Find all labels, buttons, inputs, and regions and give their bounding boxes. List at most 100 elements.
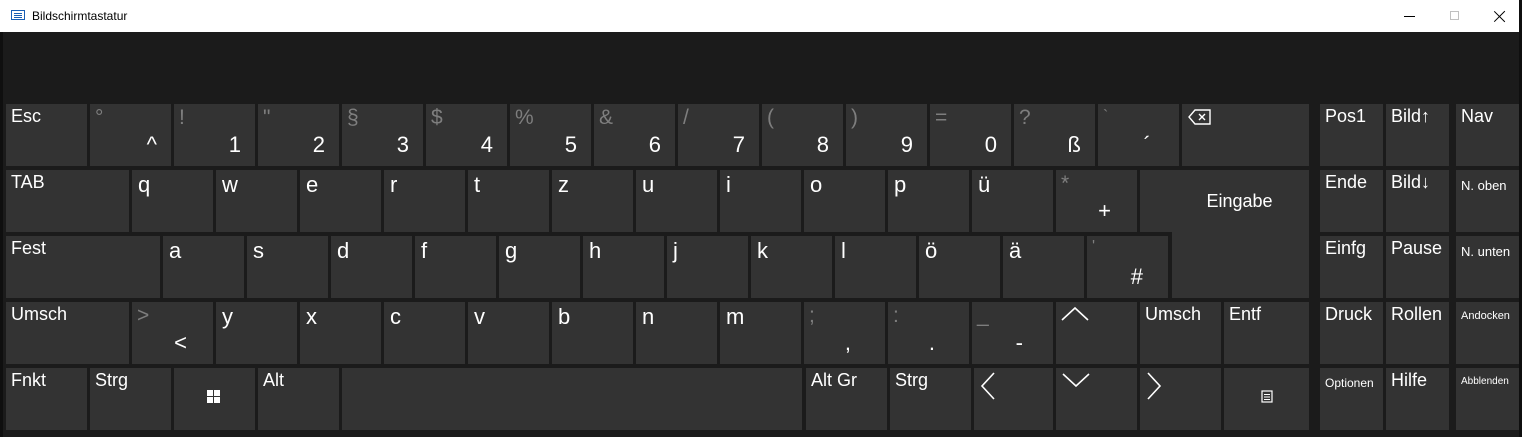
shift-label: / [683, 106, 689, 129]
key-r[interactable]: r [384, 170, 465, 232]
shift-label: ` [1103, 108, 1109, 125]
key-insert[interactable]: Einfg [1320, 236, 1383, 298]
key-y[interactable]: y [216, 302, 297, 364]
key-backspace[interactable] [1182, 104, 1309, 166]
key-pos-end[interactable]: Ende [1320, 170, 1383, 232]
key-context-menu[interactable] [1224, 368, 1309, 430]
key-6[interactable]: & 6 [594, 104, 675, 166]
key-label: o [810, 172, 823, 197]
key-nav[interactable]: Nav [1456, 104, 1519, 166]
title-bar[interactable]: Bildschirmtastatur [0, 0, 1522, 32]
shift-label: ' [1092, 238, 1096, 255]
key-4[interactable]: $4 [426, 104, 507, 166]
key-h[interactable]: h [583, 236, 664, 298]
close-button[interactable] [1477, 0, 1522, 32]
key-page-up[interactable]: Bild↑ [1386, 104, 1449, 166]
key-right-shift[interactable]: Umsch [1140, 302, 1221, 364]
key-arrow-right[interactable] [1140, 368, 1221, 430]
key-move-down[interactable]: N. unten [1456, 236, 1519, 298]
key-circumflex[interactable]: ° ^ [90, 104, 171, 166]
key-move-up[interactable]: N. oben [1456, 170, 1519, 232]
key-d[interactable]: d [331, 236, 412, 298]
key-help[interactable]: Hilfe [1386, 368, 1449, 430]
key-arrow-down[interactable] [1056, 368, 1137, 430]
key-b[interactable]: b [552, 302, 633, 364]
key-windows[interactable] [174, 368, 255, 430]
key-l[interactable]: l [835, 236, 916, 298]
shift-label: ? [1019, 106, 1031, 129]
key-scroll-lock[interactable]: Rollen [1386, 302, 1449, 364]
backspace-icon [1188, 109, 1211, 125]
key-a[interactable]: a [163, 236, 244, 298]
key-w[interactable]: w [216, 170, 297, 232]
key-left-ctrl[interactable]: Strg [90, 368, 171, 430]
key-eszett[interactable]: ? ß [1014, 104, 1095, 166]
key-ae[interactable]: ä [1003, 236, 1084, 298]
key-arrow-left[interactable] [974, 368, 1053, 430]
key-acute[interactable]: ` ´ [1098, 104, 1179, 166]
key-9[interactable]: ) 9 [846, 104, 927, 166]
key-alt[interactable]: Alt [258, 368, 339, 430]
key-less-than[interactable]: > < [132, 302, 213, 364]
key-e[interactable]: e [300, 170, 381, 232]
key-page-down[interactable]: Bild↓ [1386, 170, 1449, 232]
key-esc[interactable]: Esc [6, 104, 87, 166]
key-caps-lock[interactable]: Fest [6, 236, 160, 298]
key-u[interactable]: u [636, 170, 717, 232]
key-c[interactable]: c [384, 302, 465, 364]
key-right-ctrl[interactable]: Strg [890, 368, 971, 430]
key-5[interactable]: % 5 [510, 104, 591, 166]
key-v[interactable]: v [468, 302, 549, 364]
arrow-down-icon [1062, 373, 1090, 388]
key-comma[interactable]: ;, [804, 302, 885, 364]
key-delete[interactable]: Entf [1224, 302, 1309, 364]
key-k[interactable]: k [751, 236, 832, 298]
key-2[interactable]: " 2 [258, 104, 339, 166]
key-minus[interactable]: _ - [972, 302, 1053, 364]
key-tab[interactable]: TAB [6, 170, 129, 232]
key-z[interactable]: z [552, 170, 633, 232]
key-fade[interactable]: Abblenden [1456, 368, 1519, 430]
key-t[interactable]: t [468, 170, 549, 232]
key-pos1[interactable]: Pos1 [1320, 104, 1383, 166]
key-q[interactable]: q [132, 170, 213, 232]
key-p[interactable]: p [888, 170, 969, 232]
key-enter[interactable]: Eingabe [1140, 170, 1309, 232]
key-1[interactable]: ! 1 [174, 104, 255, 166]
key-3[interactable]: § 3 [342, 104, 423, 166]
key-f[interactable]: f [415, 236, 496, 298]
key-print[interactable]: Druck [1320, 302, 1383, 364]
key-o[interactable]: o [804, 170, 885, 232]
minimize-button[interactable] [1387, 0, 1433, 32]
key-pause[interactable]: Pause [1386, 236, 1449, 298]
key-space[interactable] [342, 368, 802, 430]
key-enter-lower[interactable] [1172, 228, 1309, 298]
key-label: ^ [146, 132, 157, 157]
key-options[interactable]: Optionen [1320, 368, 1383, 430]
key-label: < [174, 330, 187, 355]
key-period[interactable]: :. [888, 302, 969, 364]
key-j[interactable]: j [667, 236, 748, 298]
key-g[interactable]: g [499, 236, 580, 298]
key-fn[interactable]: Fnkt [6, 368, 87, 430]
key-0[interactable]: = 0 [930, 104, 1011, 166]
key-dock[interactable]: Andocken [1456, 302, 1519, 364]
key-arrow-up[interactable] [1056, 302, 1137, 364]
key-8[interactable]: (8 [762, 104, 843, 166]
key-label: y [222, 304, 233, 329]
key-plus[interactable]: * + [1056, 170, 1137, 232]
key-oe[interactable]: ö [919, 236, 1000, 298]
key-left-shift[interactable]: Umsch [6, 302, 129, 364]
key-label: N. oben [1461, 178, 1507, 193]
key-n[interactable]: n [636, 302, 717, 364]
key-hash[interactable]: ' # [1087, 236, 1168, 298]
key-i[interactable]: i [720, 170, 801, 232]
key-ue[interactable]: ü [972, 170, 1053, 232]
key-label: e [306, 172, 319, 197]
key-s[interactable]: s [247, 236, 328, 298]
key-7[interactable]: /7 [678, 104, 759, 166]
key-m[interactable]: m [720, 302, 801, 364]
key-label: Druck [1325, 304, 1373, 324]
key-alt-gr[interactable]: Alt Gr [806, 368, 887, 430]
key-x[interactable]: x [300, 302, 381, 364]
